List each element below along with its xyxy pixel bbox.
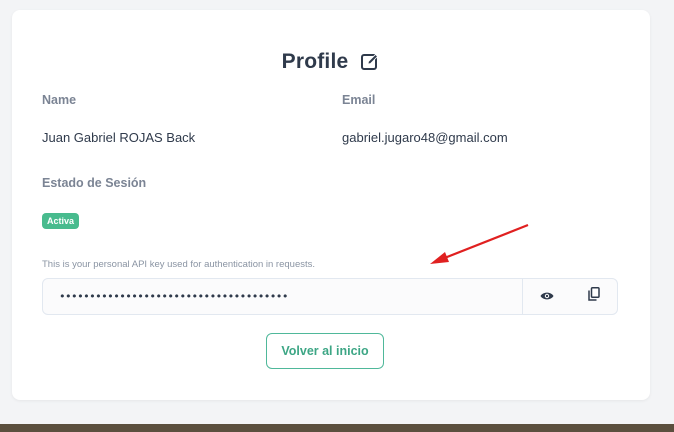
copy-key-button[interactable] xyxy=(570,279,617,314)
copy-icon xyxy=(587,287,600,306)
show-key-button[interactable] xyxy=(523,279,570,314)
name-value: Juan Gabriel ROJAS Back xyxy=(42,130,196,145)
name-label: Name xyxy=(42,93,77,107)
api-key-field: •••••••••••••••••••••••••••••••••••••• xyxy=(42,278,618,315)
api-key-input[interactable]: •••••••••••••••••••••••••••••••••••••• xyxy=(43,279,523,314)
bottom-strip xyxy=(0,424,674,432)
title-row: Profile xyxy=(12,50,650,74)
api-key-hint: This is your personal API key used for a… xyxy=(42,259,316,270)
back-home-button[interactable]: Volver al inicio xyxy=(266,333,384,369)
annotation-arrow xyxy=(430,223,529,264)
session-label: Estado de Sesión xyxy=(42,176,147,190)
email-label: Email xyxy=(342,93,376,107)
status-badge: Activa xyxy=(42,213,80,229)
email-value: gabriel.jugaro48@gmail.com xyxy=(342,130,508,145)
eye-icon xyxy=(540,288,554,306)
page-title: Profile xyxy=(281,50,349,73)
edit-icon[interactable] xyxy=(360,52,380,72)
profile-card: Profile Name Email Juan Gabriel ROJAS Ba… xyxy=(12,10,650,400)
